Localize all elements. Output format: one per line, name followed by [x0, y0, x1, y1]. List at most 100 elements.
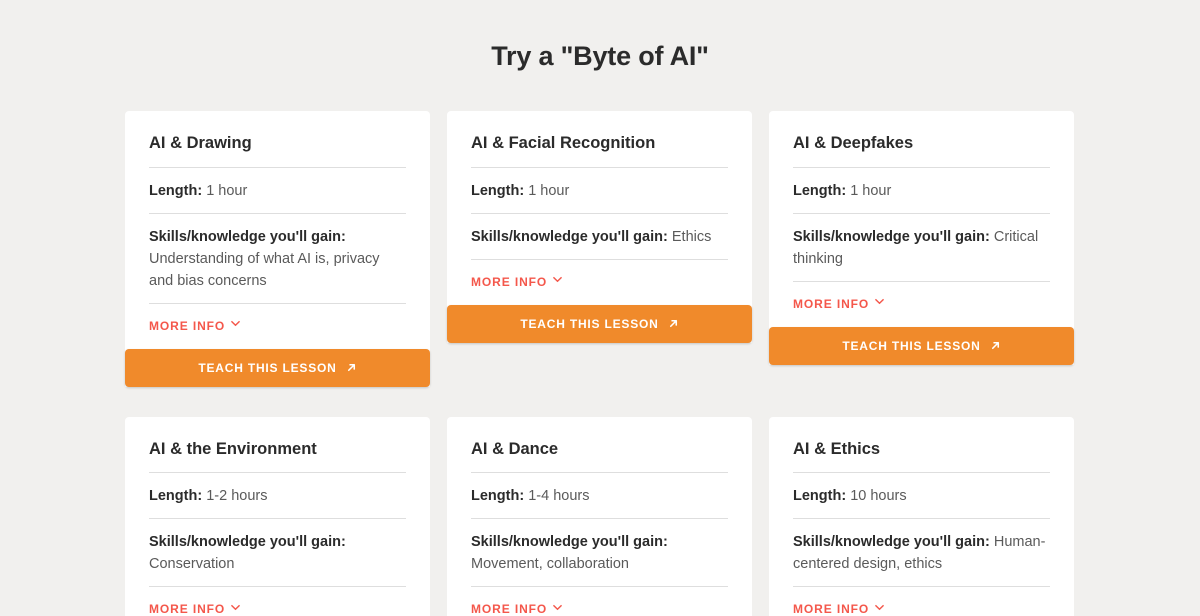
teach-button-label: TEACH THIS LESSON — [842, 338, 981, 353]
length-label: Length — [793, 488, 842, 505]
length-colon: : — [841, 182, 847, 199]
lesson-catalog-page: Try a "Byte of AI" AI & Drawing Length: … — [0, 0, 1200, 616]
skills-colon: : — [341, 534, 346, 551]
more-info-row: MORE INFO — [149, 302, 406, 349]
skills-value: Conservation — [149, 556, 235, 573]
lesson-card-body: AI & the Environment Length: 1-2 hours S… — [125, 417, 430, 616]
more-info-toggle[interactable]: MORE INFO — [793, 297, 884, 311]
skills-label: Skills/knowledge you'll gain — [793, 228, 985, 245]
skills-colon: : — [341, 228, 346, 245]
lesson-skills-row: Skills/knowledge you'll gain: Conservati… — [149, 518, 406, 586]
more-info-row: MORE INFO — [793, 586, 1050, 616]
lesson-length-row: Length: 1 hour — [793, 166, 1050, 213]
lesson-card[interactable]: AI & Ethics Length: 10 hours Skills/know… — [769, 416, 1074, 616]
lesson-card-body: AI & Dance Length: 1-4 hours Skills/know… — [447, 417, 752, 616]
lesson-skills-row: Skills/knowledge you'll gain: Ethics — [471, 212, 728, 259]
page-title: Try a "Byte of AI" — [491, 41, 709, 71]
teach-button-label: TEACH THIS LESSON — [520, 316, 659, 331]
chevron-down-icon — [875, 297, 884, 306]
more-info-row: MORE INFO — [793, 280, 1050, 327]
skills-value: Understanding of what AI is, privacy and… — [149, 250, 380, 289]
more-info-toggle[interactable]: MORE INFO — [149, 602, 240, 616]
more-info-label: MORE INFO — [471, 602, 548, 616]
length-label: Length — [149, 182, 198, 199]
more-info-label: MORE INFO — [149, 602, 226, 616]
lesson-title: AI & Ethics — [793, 439, 881, 458]
more-info-toggle[interactable]: MORE INFO — [471, 602, 562, 616]
skills-colon: : — [663, 534, 668, 551]
chevron-down-icon — [231, 603, 240, 612]
lesson-title: AI & Deepfakes — [793, 134, 914, 152]
skills-colon: : — [663, 228, 668, 245]
more-info-row: MORE INFO — [149, 586, 406, 616]
length-label: Length — [471, 488, 520, 505]
lesson-skills-row: Skills/knowledge you'll gain: Human-cent… — [793, 518, 1050, 586]
lesson-card-body: AI & Facial Recognition Length: 1 hour S… — [447, 111, 752, 305]
lesson-card[interactable]: AI & Deepfakes Length: 1 hour Skills/kno… — [769, 111, 1074, 365]
skills-label: Skills/knowledge you'll gain — [149, 228, 341, 245]
teach-button-label: TEACH THIS LESSON — [198, 360, 337, 375]
lesson-length-row: Length: 1 hour — [149, 166, 406, 213]
chevron-down-icon — [231, 319, 240, 328]
lesson-skills-row: Skills/knowledge you'll gain: Movement, … — [471, 518, 728, 586]
arrow-up-right-icon — [990, 340, 1001, 351]
lesson-length-row: Length: 1 hour — [471, 166, 728, 213]
arrow-up-right-icon — [668, 318, 679, 329]
lesson-title: AI & Dance — [471, 439, 559, 458]
lesson-card-body: AI & Ethics Length: 10 hours Skills/know… — [769, 417, 1074, 616]
teach-this-lesson-button[interactable]: TEACH THIS LESSON — [125, 348, 430, 387]
skills-colon: : — [985, 534, 990, 551]
more-info-toggle[interactable]: MORE INFO — [793, 602, 884, 616]
length-value: 1-4 hours — [528, 488, 590, 505]
chevron-down-icon — [553, 603, 562, 612]
more-info-row: MORE INFO — [471, 258, 728, 305]
lesson-card[interactable]: AI & the Environment Length: 1-2 hours S… — [125, 416, 430, 616]
skills-value: Movement, collaboration — [471, 556, 629, 573]
more-info-label: MORE INFO — [471, 274, 548, 289]
lesson-card-body: AI & Deepfakes Length: 1 hour Skills/kno… — [769, 111, 1074, 327]
chevron-down-icon — [875, 603, 884, 612]
length-colon: : — [197, 182, 203, 199]
more-info-toggle[interactable]: MORE INFO — [471, 275, 562, 289]
chevron-down-icon — [553, 275, 562, 284]
more-info-row: MORE INFO — [471, 586, 728, 616]
more-info-toggle[interactable]: MORE INFO — [149, 319, 240, 333]
length-colon: : — [519, 488, 525, 505]
length-label: Length — [471, 182, 520, 199]
lesson-title: AI & the Environment — [149, 439, 317, 458]
length-colon: : — [197, 488, 203, 505]
lesson-card-body: AI & Drawing Length: 1 hour Skills/knowl… — [125, 111, 430, 349]
length-colon: : — [841, 488, 847, 505]
more-info-label: MORE INFO — [149, 318, 226, 333]
lesson-skills-row: Skills/knowledge you'll gain: Understand… — [149, 212, 406, 303]
length-value: 1-2 hours — [206, 488, 268, 505]
length-label: Length — [149, 488, 198, 505]
more-info-label: MORE INFO — [793, 602, 870, 616]
teach-this-lesson-button[interactable]: TEACH THIS LESSON — [447, 304, 752, 343]
lesson-card[interactable]: AI & Drawing Length: 1 hour Skills/knowl… — [125, 111, 430, 387]
skills-colon: : — [985, 228, 990, 245]
skills-label: Skills/knowledge you'll gain — [471, 534, 663, 551]
lesson-title: AI & Facial Recognition — [471, 134, 656, 152]
lesson-length-row: Length: 10 hours — [793, 472, 1050, 518]
length-value: 1 hour — [206, 182, 248, 199]
lesson-skills-row: Skills/knowledge you'll gain: Critical t… — [793, 212, 1050, 281]
length-label: Length — [793, 182, 842, 199]
skills-label: Skills/knowledge you'll gain — [793, 534, 985, 551]
arrow-up-right-icon — [346, 362, 357, 373]
skills-label: Skills/knowledge you'll gain — [471, 228, 663, 245]
length-value: 10 hours — [850, 488, 907, 505]
length-value: 1 hour — [528, 182, 570, 199]
lesson-length-row: Length: 1-2 hours — [149, 472, 406, 518]
lesson-length-row: Length: 1-4 hours — [471, 472, 728, 518]
lesson-title: AI & Drawing — [149, 134, 252, 152]
length-value: 1 hour — [850, 182, 892, 199]
teach-this-lesson-button[interactable]: TEACH THIS LESSON — [769, 326, 1074, 365]
more-info-label: MORE INFO — [793, 296, 870, 311]
lesson-card[interactable]: AI & Facial Recognition Length: 1 hour S… — [447, 111, 752, 343]
skills-value: Ethics — [671, 228, 712, 245]
length-colon: : — [519, 182, 525, 199]
lesson-card[interactable]: AI & Dance Length: 1-4 hours Skills/know… — [447, 416, 752, 616]
skills-label: Skills/knowledge you'll gain — [149, 534, 341, 551]
lesson-card-grid: AI & Drawing Length: 1 hour Skills/knowl… — [125, 72, 1075, 616]
